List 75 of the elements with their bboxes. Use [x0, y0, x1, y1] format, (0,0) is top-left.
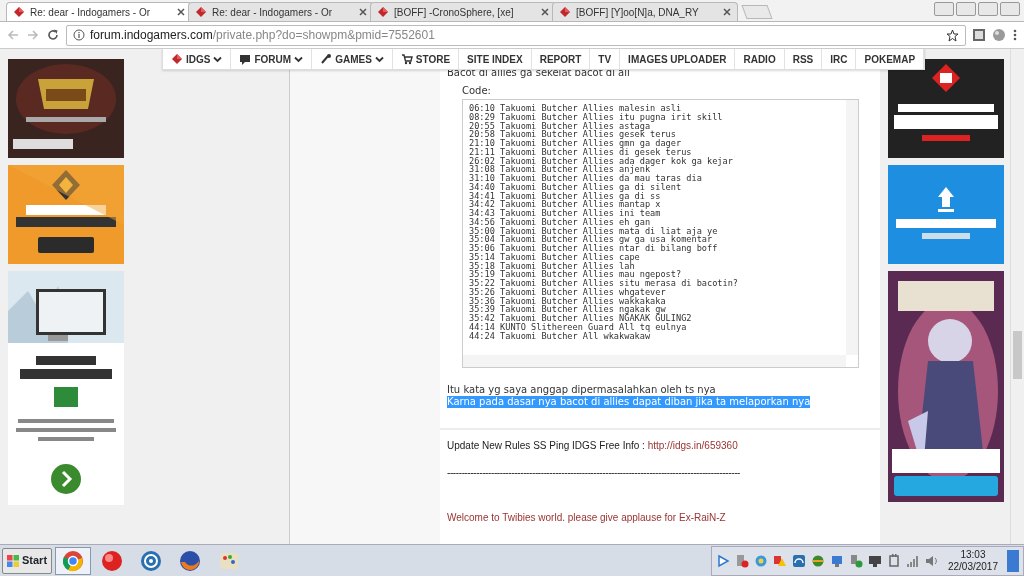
new-tab-button[interactable] [741, 5, 773, 19]
flag-icon[interactable] [734, 553, 749, 568]
speaker-icon[interactable] [924, 553, 939, 568]
favicon [195, 6, 207, 18]
joystick-icon [320, 53, 333, 65]
code-text: 06:10 Takuomi Butcher Allies malesin asli 08:29 Takuomi Butcher Allies itu pugna irit skill 20:55 Takuomi Butcher Allies astaga 20:58 Takuomi Butcher Allies gesek terus 21:10 Takuomi Butcher Allies gmn ga dager 21:11 Takuomi Butcher Allies di gesek terus 26:02 Takuomi Butcher Allies ada dager kok ga kejar 31:08 Takuomi Butcher Allies anjenk 31:10 Takuomi Butcher Allies da mau taras dia 34:40 Takuomi Butcher Allies ga di silent 34:41 Takuomi Butcher Allies ga di ss 34:42 Takuomi Butcher Allies mantap x 34:43 Takuomi Butcher Allies ini team 34:56 Takuomi Butcher Allies eh gan 35:00 Takuomi Butcher Allies mata di liat aja ye 35:04 Takuomi Butcher Allies gw ga usa komentar 35:06 Takuomi Butcher Allies ntar di bilang boff 35:14 Takuomi Butcher Allies cape 35:18 Takuomi Butcher Allies lah 35:19 Takuomi Butcher Allies mau ngepost? 35:22 Takuomi Butcher Allies situ merasa di bacotin? 35:26 Takuomi Butcher Allies whgatever 35:36 Takuomi Butcher Allies wakkakaka 35:39 Takuomi Butcher Allies ngakak gw 35:42 Takuomi Butcher Allies NGAKAK GULING2 44:14 KUNTO Slithereen Guard All tq eulnya 44:24 Takuomi Butcher All wkakwakaw [468, 102, 740, 341]
monitor-icon[interactable] [829, 553, 844, 568]
post-text: Karna pada dasar nya bacot di allies dapat diban jika ta melaporkan nya [447, 396, 811, 408]
minimize-button[interactable] [956, 2, 976, 16]
show-desktop-button[interactable] [1007, 549, 1019, 572]
nav-link[interactable]: IDGS [163, 49, 232, 69]
signature-text: Update New Rules SS Ping IDGS Free Info : http://idgs.in/659360 [447, 439, 739, 453]
nav-link[interactable]: IMAGES UPLOADER [620, 49, 736, 69]
address-field[interactable]: forum.indogamers.com/private.php?do=showpm&pmid=7552601 [66, 24, 966, 46]
post-text: Itu kata yg saya anggap dipermasalahkan oleh ts nya [447, 384, 716, 396]
taskbar-button[interactable] [55, 546, 92, 575]
browser-tab[interactable]: [BOFF] [Y]oo[N]a, DNA_RY [552, 2, 738, 21]
url-text: forum.indogamers.com/private.php?do=showpm&pmid=7552601 [90, 27, 435, 44]
scrollbar-thumb[interactable] [1013, 331, 1022, 379]
reload-icon[interactable] [46, 28, 60, 42]
signature-link[interactable]: http://idgs.in/659360 [647, 440, 738, 451]
nav-link[interactable]: TV [590, 49, 621, 69]
star-icon[interactable] [946, 28, 959, 42]
logo-icon [171, 53, 183, 65]
maximize-button[interactable] [978, 2, 998, 16]
windows-logo-icon [7, 554, 19, 567]
menu-icon[interactable] [1012, 28, 1018, 42]
nav-link[interactable]: STORE [392, 49, 460, 69]
forward-icon[interactable] [26, 28, 40, 42]
nav-link[interactable]: SITE INDEX [459, 49, 532, 69]
extension-icon[interactable] [972, 28, 986, 42]
warning-icon[interactable] [772, 553, 787, 568]
code-label: Code: [462, 85, 492, 97]
chat-icon [239, 53, 252, 65]
close-icon[interactable] [177, 8, 185, 16]
horizontal-scrollbar[interactable] [463, 355, 846, 367]
caret-icon [213, 55, 223, 63]
nav-link[interactable]: POKEMAP [856, 49, 925, 69]
close-button[interactable] [1000, 2, 1020, 16]
caret-icon [294, 55, 304, 63]
vertical-scrollbar[interactable] [846, 100, 858, 355]
favicon [559, 6, 571, 18]
info-icon [73, 29, 85, 41]
play-icon[interactable] [715, 553, 730, 568]
scrollbar[interactable] [1010, 49, 1024, 544]
globe-icon[interactable] [810, 553, 825, 568]
favicon [377, 6, 389, 18]
extension-icon[interactable] [992, 28, 1006, 42]
cart-icon [400, 53, 413, 65]
ball-icon [101, 549, 124, 572]
close-icon[interactable] [541, 8, 549, 16]
nav-link[interactable]: RADIO [735, 49, 785, 69]
signal-icon[interactable] [905, 553, 920, 568]
cloud-icon[interactable] [753, 553, 768, 568]
welcome-text: Welcome to Twibies world. please give applause for Ex-RaiN-Z [447, 511, 727, 525]
browser-icon [62, 549, 85, 572]
back-icon[interactable] [6, 28, 20, 42]
nav-link[interactable]: GAMES [312, 49, 393, 69]
browser-icon [179, 549, 202, 572]
user-button[interactable] [934, 2, 954, 16]
nav-link[interactable]: REPORT [531, 49, 591, 69]
separator-text: ---------------------------------------------------------------------------------------------------- [447, 466, 741, 480]
close-icon[interactable] [723, 8, 731, 16]
favicon [13, 6, 25, 18]
close-icon[interactable] [359, 8, 367, 16]
plug-icon[interactable] [886, 553, 901, 568]
nav-link[interactable]: FORUM [231, 49, 313, 69]
caret-icon [374, 55, 384, 63]
start-button[interactable]: Start [2, 547, 53, 574]
clock[interactable]: 13:03 22/03/2017 [943, 548, 1002, 573]
circle-icon [140, 549, 163, 572]
network-icon[interactable] [867, 553, 882, 568]
gauge-icon[interactable] [791, 553, 806, 568]
nav-link[interactable]: IRC [822, 49, 857, 69]
nav-link[interactable]: RSS [784, 49, 823, 69]
